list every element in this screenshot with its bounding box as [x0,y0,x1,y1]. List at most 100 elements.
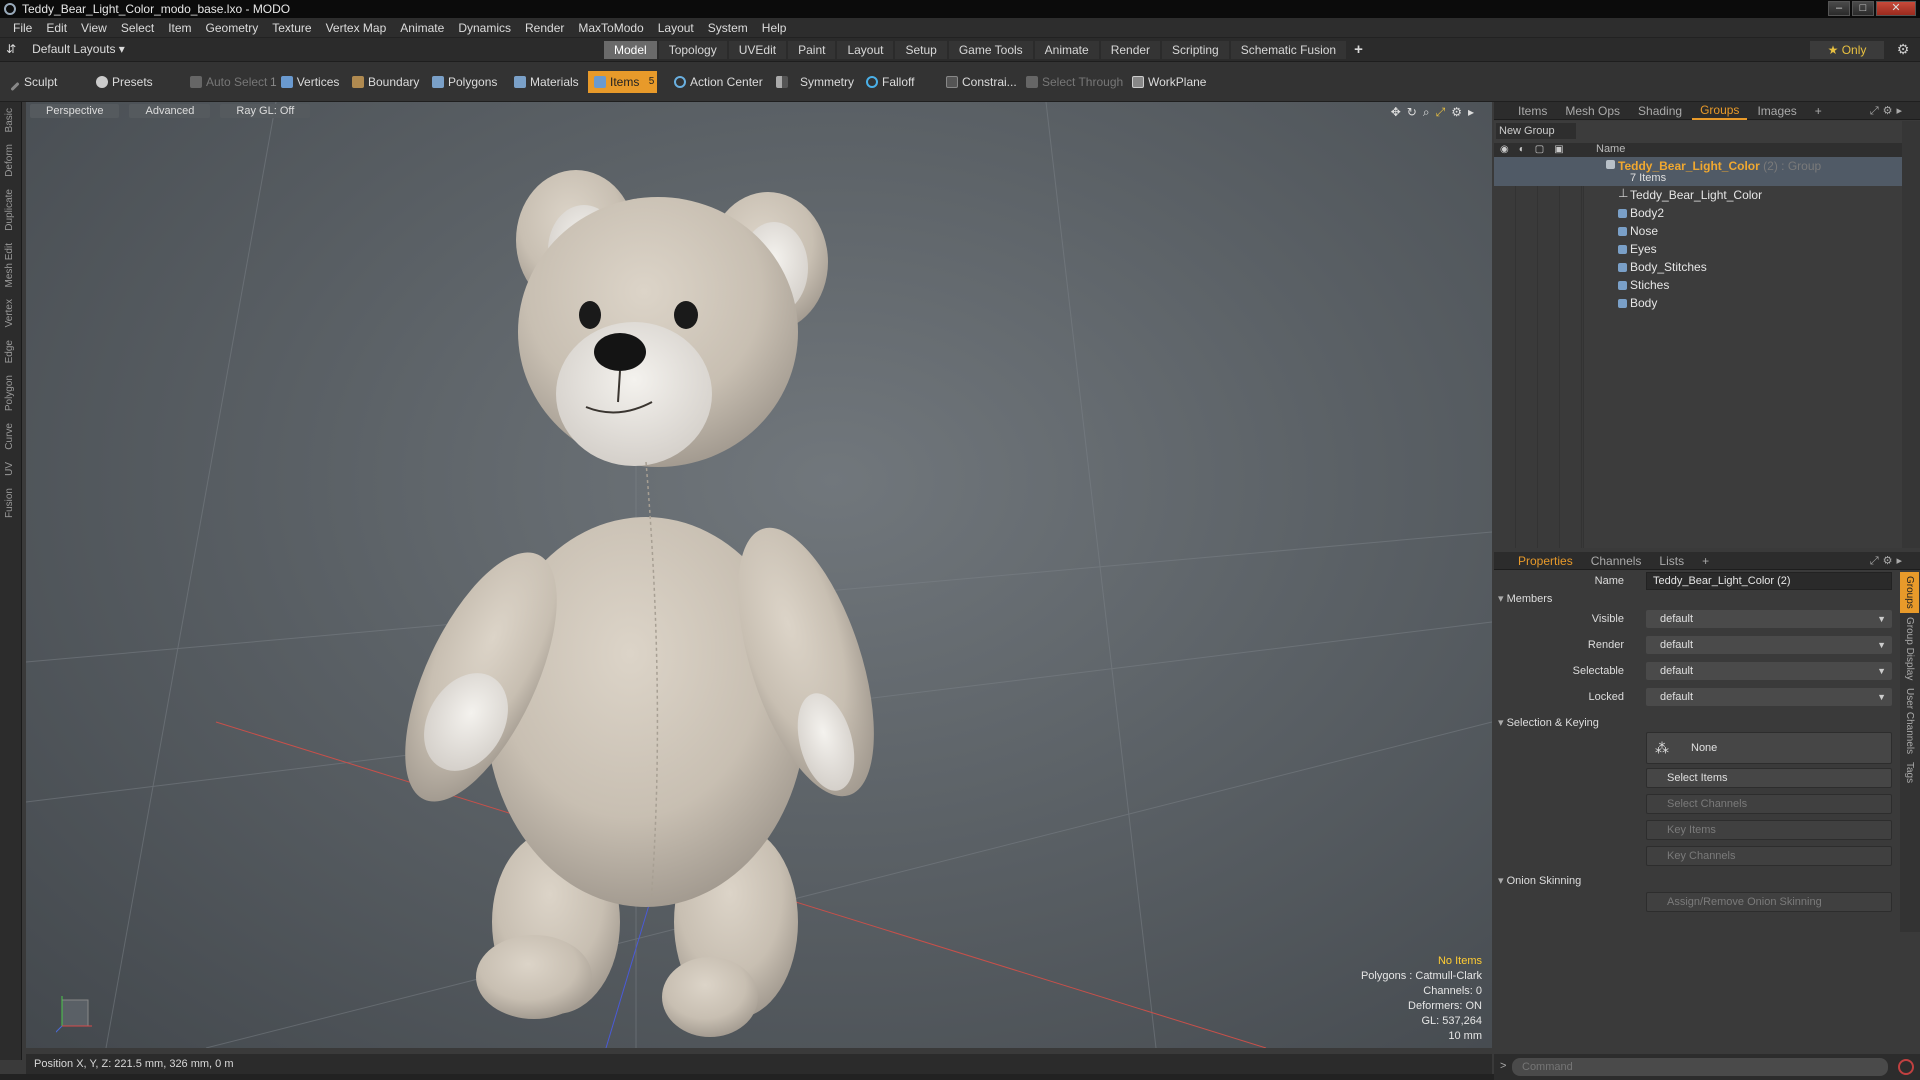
menu-layout[interactable]: Layout [651,21,701,35]
tab-uvedit[interactable]: UVEdit [728,41,787,59]
minimize-button[interactable]: – [1828,1,1850,16]
move-view-icon[interactable]: ✥ [1391,105,1401,120]
add-panel-tab-button[interactable]: + [1807,103,1830,119]
select-icon[interactable]: ▢ [1535,144,1544,155]
selectable-dropdown[interactable]: default ▼ [1646,662,1892,680]
tab-groups[interactable]: Groups [1692,102,1748,120]
list-item[interactable]: Nose [1494,222,1902,240]
menu-geometry[interactable]: Geometry [199,21,266,35]
tab-model[interactable]: Model [604,41,657,59]
strip-tab-vertex[interactable]: Vertex [0,293,19,333]
layout-switch-icon[interactable]: ⇵ [6,42,16,56]
panel-options-icon[interactable]: ⤢⚙▸ [1862,103,1914,119]
symmetry-button[interactable]: Symmetry [772,71,854,93]
strip-tab-basic[interactable]: Basic [0,102,19,138]
list-item[interactable]: Body_Stitches [1494,258,1902,276]
action-center-button[interactable]: Action Center [670,71,763,93]
strip-tab-uv[interactable]: UV [0,456,19,482]
tab-channels[interactable]: Channels [1583,553,1650,569]
strip-tab-curve[interactable]: Curve [0,417,19,456]
name-column-header[interactable]: Name [1596,143,1625,155]
visible-dropdown[interactable]: default ▼ [1646,610,1892,628]
tab-mesh-ops[interactable]: Mesh Ops [1557,103,1628,119]
menu-animate[interactable]: Animate [393,21,451,35]
list-item[interactable]: Body [1494,294,1902,312]
rotate-view-icon[interactable]: ↻ [1407,105,1417,120]
workplane-button[interactable]: WorkPlane [1128,71,1206,93]
3d-viewport[interactable]: Perspective Advanced Ray GL: Off ✥ ↻ ⌕ ⤢… [26,102,1492,1048]
strip-tab-duplicate[interactable]: Duplicate [0,183,19,237]
selection-keying-section[interactable]: Selection & Keying [1498,716,1599,729]
add-properties-tab-button[interactable]: + [1694,553,1717,569]
boundary-button[interactable]: Boundary [348,71,419,93]
zoom-view-icon[interactable]: ⌕ [1423,105,1430,120]
tab-paint[interactable]: Paint [788,41,836,59]
groups-scrollbar[interactable] [1902,121,1920,548]
constraints-button[interactable]: Constrai... [942,71,1017,93]
list-item[interactable]: Body2 [1494,204,1902,222]
command-input[interactable] [1512,1058,1888,1076]
only-button[interactable]: ★ Only [1810,41,1884,59]
close-button[interactable]: ✕ [1876,1,1916,16]
new-group-button[interactable]: New Group [1496,123,1576,139]
tab-images[interactable]: Images [1749,103,1804,119]
locked-dropdown[interactable]: default ▼ [1646,688,1892,706]
list-item[interactable]: Eyes [1494,240,1902,258]
list-item[interactable]: Stiches [1494,276,1902,294]
raygl-button[interactable]: Ray GL: Off [220,104,311,118]
side-tab-group-display[interactable]: Group Display [1900,613,1919,684]
tab-shading[interactable]: Shading [1630,103,1690,119]
key-channels-button[interactable]: Key Channels [1646,846,1892,866]
tab-items[interactable]: Items [1510,103,1555,119]
lock-icon[interactable]: ▣ [1554,144,1563,155]
fit-view-icon[interactable]: ⤢ [1436,105,1446,120]
list-item[interactable]: ⊥ Teddy_Bear_Light_Color [1494,186,1902,204]
maximize-button[interactable]: □ [1852,1,1874,16]
tab-setup[interactable]: Setup [895,41,947,59]
render-icon[interactable]: ◐ [1519,144,1525,155]
side-tab-tags[interactable]: Tags [1900,758,1919,787]
polygons-button[interactable]: Polygons [428,71,497,93]
tab-render[interactable]: Render [1100,41,1161,59]
items-button[interactable]: Items 5 [588,71,658,93]
presets-button[interactable]: Presets [92,71,153,93]
name-field[interactable]: Teddy_Bear_Light_Color (2) [1646,572,1892,590]
menu-edit[interactable]: Edit [39,21,74,35]
tab-scripting[interactable]: Scripting [1162,41,1229,59]
materials-button[interactable]: Materials [510,71,579,93]
menu-texture[interactable]: Texture [265,21,318,35]
view-mode-button[interactable]: Perspective [30,104,120,118]
strip-tab-fusion[interactable]: Fusion [0,482,19,524]
none-button[interactable]: ⁂ None [1646,732,1892,764]
add-tab-button[interactable]: + [1348,41,1369,59]
falloff-button[interactable]: Falloff [862,71,914,93]
group-row[interactable]: Teddy_Bear_Light_Color (2) : Group 7 Ite… [1494,157,1902,186]
sculpt-button[interactable]: Sculpt [6,71,57,93]
eye-icon[interactable]: ◉ [1500,144,1509,155]
select-through-button[interactable]: Select Through [1022,71,1123,93]
strip-tab-edge[interactable]: Edge [0,334,19,369]
strip-tab-mesh-edit[interactable]: Mesh Edit [0,237,19,293]
tab-game-tools[interactable]: Game Tools [948,41,1033,59]
strip-tab-polygon[interactable]: Polygon [0,369,19,417]
menu-help[interactable]: Help [755,21,794,35]
menu-file[interactable]: File [6,21,39,35]
tab-layout[interactable]: Layout [837,41,894,59]
menu-render[interactable]: Render [518,21,571,35]
layouts-dropdown[interactable]: ⇵ Default Layouts ▾ [6,42,125,56]
shading-button[interactable]: Advanced [129,104,211,118]
auto-select-button[interactable]: Auto Select [186,71,267,93]
menu-item[interactable]: Item [161,21,198,35]
menu-system[interactable]: System [701,21,755,35]
tab-lists[interactable]: Lists [1651,553,1692,569]
render-dropdown[interactable]: default ▼ [1646,636,1892,654]
menu-select[interactable]: Select [114,21,161,35]
strip-tab-deform[interactable]: Deform [0,138,19,183]
menu-dynamics[interactable]: Dynamics [451,21,518,35]
side-tab-groups[interactable]: Groups [1900,572,1919,613]
members-section[interactable]: Members [1498,592,1553,605]
tab-schematic-fusion[interactable]: Schematic Fusion [1230,41,1347,59]
onion-skinning-button[interactable]: Assign/Remove Onion Skinning [1646,892,1892,912]
viewport-settings-icon[interactable]: ⚙ [1451,105,1462,120]
side-tab-user-channels[interactable]: User Channels [1900,684,1919,758]
